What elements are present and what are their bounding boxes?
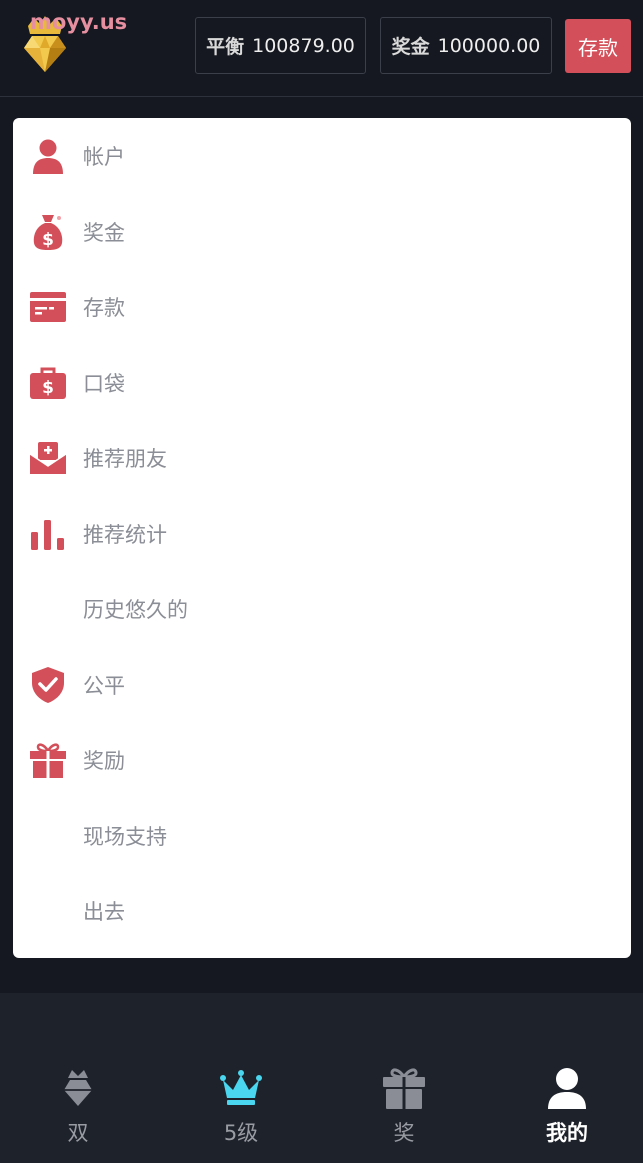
menu-item-rewards[interactable]: 奖励 [13, 722, 631, 797]
svg-text:$: $ [42, 378, 54, 398]
menu-item-label: 奖金 [83, 220, 125, 245]
menu-item-label: 推荐统计 [83, 522, 167, 547]
menu-item-logout[interactable]: 出去 [13, 873, 631, 948]
nav-item-level[interactable]: 5级 [186, 1065, 296, 1155]
nav-item-label: 奖 [393, 1121, 415, 1145]
nav-item-prize[interactable]: 奖 [349, 1065, 459, 1155]
menu-item-label: 出去 [83, 899, 125, 924]
svg-text:$: $ [42, 230, 54, 250]
menu-item-label: 存款 [83, 295, 125, 320]
balance-box[interactable]: 平衡 100879.00 [195, 17, 366, 74]
menu-item-referral-stats[interactable]: 推荐统计 [13, 496, 631, 571]
menu-item-label: 历史悠久的 [83, 597, 188, 622]
menu-item-fairness[interactable]: 公平 [13, 647, 631, 722]
crown-icon [218, 1065, 264, 1111]
bonus-label: 奖金 [391, 36, 430, 58]
balance-value: 100879.00 [252, 34, 355, 57]
wallet-icon: $ [29, 364, 67, 402]
menu-item-wallet[interactable]: $ 口袋 [13, 345, 631, 420]
menu-item-label: 公平 [83, 673, 125, 698]
nav-item-label: 5级 [223, 1121, 259, 1145]
nav-item-double[interactable]: 双 [23, 1065, 133, 1155]
nav-item-label: 双 [67, 1121, 89, 1145]
nav-item-mine[interactable]: 我的 [512, 1065, 622, 1155]
menu-item-live-support[interactable]: 现场支持 [13, 798, 631, 873]
user-icon [29, 137, 67, 175]
bonus-value: 100000.00 [437, 34, 541, 57]
money-bag-icon: $ [29, 213, 67, 251]
menu-item-label: 现场支持 [83, 824, 167, 849]
menu-item-refer-friend[interactable]: 推荐朋友 [13, 420, 631, 495]
bottom-nav: 双 5级 奖 我的 [0, 993, 643, 1163]
bonus-box[interactable]: 奖金 100000.00 [380, 17, 552, 74]
menu-item-account[interactable]: 帐户 [13, 118, 631, 193]
menu-item-bonus[interactable]: $ 奖金 [13, 194, 631, 269]
menu-item-label: 推荐朋友 [83, 446, 167, 471]
shield-check-icon [29, 666, 67, 704]
balance-label: 平衡 [206, 36, 245, 58]
mail-icon [29, 439, 67, 477]
menu-item-label: 口袋 [83, 371, 125, 396]
top-header: moyy.us 平衡 100879.00 奖金 100000.00 存款 [0, 0, 643, 97]
nav-item-label: 我的 [546, 1121, 588, 1145]
menu-card: 帐户 $ 奖金 存款 $ 口袋 推荐朋友 推荐统计 历史悠久的 公平 奖励 现场… [13, 118, 631, 958]
gift-icon [29, 741, 67, 779]
menu-item-label: 奖励 [83, 748, 125, 773]
bar-chart-icon [29, 515, 67, 553]
menu-item-label: 帐户 [83, 144, 125, 169]
menu-item-history[interactable]: 历史悠久的 [13, 571, 631, 646]
gift-icon [381, 1065, 427, 1111]
diamond-crown-icon [55, 1065, 101, 1111]
card-icon [29, 288, 67, 326]
deposit-button[interactable]: 存款 [565, 19, 631, 73]
logo-text: moyy.us [30, 10, 128, 34]
user-icon [544, 1065, 590, 1111]
menu-item-deposit[interactable]: 存款 [13, 269, 631, 344]
